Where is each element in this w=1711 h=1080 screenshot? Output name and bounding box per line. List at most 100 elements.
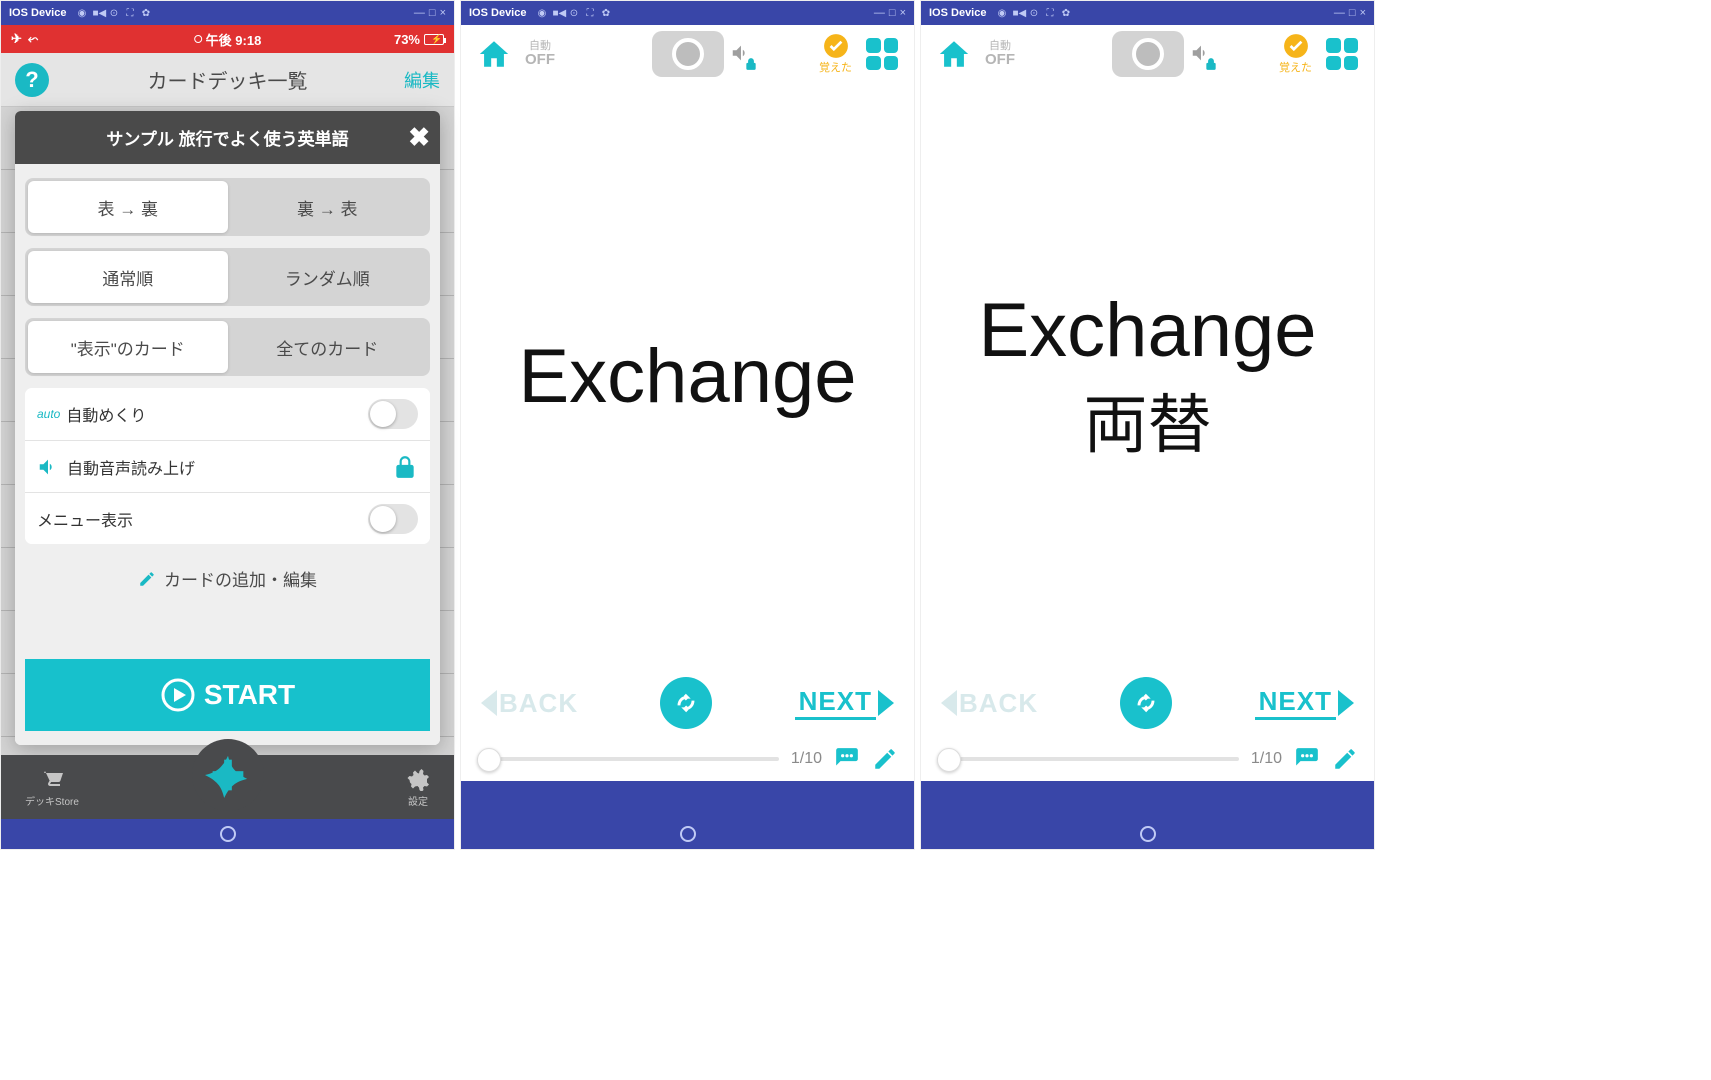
auto-label-2: OFF <box>985 52 1015 69</box>
maximize-button[interactable]: □ <box>889 7 896 19</box>
chevron-right-icon <box>1338 690 1354 716</box>
video-icon[interactable]: ■◀ <box>92 8 103 19</box>
auto-voice-label: 自動音声読み上げ <box>67 455 195 479</box>
progress-slider[interactable] <box>937 757 1239 761</box>
close-icon[interactable]: ✖ <box>408 122 430 153</box>
close-button[interactable]: × <box>900 7 906 19</box>
speaker-icon <box>37 456 59 478</box>
back-label: BACK <box>499 688 578 719</box>
tab-settings[interactable]: 設定 <box>406 767 430 808</box>
check-icon <box>823 33 849 59</box>
camera-icon[interactable]: ◉ <box>996 8 1007 19</box>
grid-button[interactable] <box>1326 38 1358 70</box>
pencil-icon[interactable] <box>1332 746 1358 772</box>
gear-icon[interactable]: ✿ <box>1060 8 1071 19</box>
learned-label: 覚えた <box>1279 59 1312 75</box>
plus-icon <box>205 752 251 798</box>
seg-front-to-back[interactable]: 表 → 裏 <box>28 181 228 233</box>
learned-button[interactable]: 覚えた <box>1279 33 1312 75</box>
row-auto-flip: auto 自動めくり <box>25 388 430 440</box>
voice-button[interactable] <box>1190 42 1212 67</box>
back-button[interactable]: BACK <box>941 688 1038 719</box>
center-camera-icon[interactable] <box>1112 31 1184 77</box>
help-button[interactable]: ? <box>15 63 49 97</box>
bottom-strip <box>461 781 914 819</box>
learned-button[interactable]: 覚えた <box>819 33 852 75</box>
close-button[interactable]: × <box>440 7 446 19</box>
pencil-icon <box>138 570 156 588</box>
seg-normal-order[interactable]: 通常順 <box>28 251 228 303</box>
headphone-icon[interactable]: ⊙ <box>108 8 119 19</box>
fullscreen-icon[interactable]: ⛶ <box>1044 8 1055 19</box>
next-button[interactable]: NEXT <box>795 686 894 720</box>
home-circle-icon[interactable] <box>680 826 696 842</box>
close-button[interactable]: × <box>1360 7 1366 19</box>
seg-order[interactable]: 通常順 ランダム順 <box>25 248 430 306</box>
headphone-icon[interactable]: ⊙ <box>1028 8 1039 19</box>
home-button[interactable] <box>937 37 971 71</box>
add-button[interactable] <box>192 739 264 811</box>
flip-button[interactable] <box>660 677 712 729</box>
seg-visible-cards[interactable]: "表示"のカード <box>28 321 228 373</box>
home-circle-icon[interactable] <box>220 826 236 842</box>
flashcard[interactable]: Exchange <box>461 83 914 669</box>
comment-icon[interactable] <box>1294 746 1320 772</box>
card-front-text: Exchange <box>978 287 1316 374</box>
voice-button[interactable] <box>730 42 752 67</box>
seg-filter[interactable]: "表示"のカード 全てのカード <box>25 318 430 376</box>
home-circle-icon[interactable] <box>1140 826 1156 842</box>
auto-flip-label: 自動めくり <box>66 402 146 426</box>
seg-front-back[interactable]: 表 → 裏 裏 → 表 <box>25 178 430 236</box>
auto-flip-toggle[interactable] <box>368 399 418 429</box>
camera-icon[interactable]: ◉ <box>76 8 87 19</box>
minimize-button[interactable]: — <box>1334 7 1345 19</box>
auto-toggle[interactable]: 自動 OFF <box>985 40 1015 69</box>
video-icon[interactable]: ■◀ <box>552 8 563 19</box>
tab-bar: デッキStore 設定 <box>1 755 454 819</box>
pencil-icon[interactable] <box>872 746 898 772</box>
emulator-title: IOS Device <box>9 7 66 19</box>
minimize-button[interactable]: — <box>414 7 425 19</box>
home-button[interactable] <box>477 37 511 71</box>
edit-cards-button[interactable]: カードの追加・編集 <box>25 556 430 601</box>
minimize-button[interactable]: — <box>874 7 885 19</box>
back-button[interactable]: BACK <box>481 688 578 719</box>
grid-button[interactable] <box>866 38 898 70</box>
camera-icon[interactable]: ◉ <box>536 8 547 19</box>
next-button[interactable]: NEXT <box>1255 686 1354 720</box>
maximize-button[interactable]: □ <box>429 7 436 19</box>
seg-random-order[interactable]: ランダム順 <box>228 251 428 303</box>
next-label: NEXT <box>1255 686 1336 720</box>
lock-icon[interactable] <box>392 454 418 480</box>
modal-title: サンプル 旅行でよく使う英単語 <box>106 125 348 150</box>
video-icon[interactable]: ■◀ <box>1012 8 1023 19</box>
fullscreen-icon[interactable]: ⛶ <box>584 8 595 19</box>
tab-settings-label: 設定 <box>408 793 428 808</box>
gear-icon[interactable]: ✿ <box>600 8 611 19</box>
lock-icon <box>1204 57 1218 71</box>
comment-icon[interactable] <box>834 746 860 772</box>
edit-button[interactable]: 編集 <box>404 67 440 93</box>
chevron-left-icon <box>481 690 497 716</box>
seg-all-cards[interactable]: 全てのカード <box>228 321 428 373</box>
start-label: START <box>204 679 295 711</box>
tab-store-label: デッキStore <box>25 793 79 808</box>
start-button[interactable]: START <box>25 659 430 731</box>
progress-slider[interactable] <box>477 757 779 761</box>
menu-display-toggle[interactable] <box>368 504 418 534</box>
center-camera-icon[interactable] <box>652 31 724 77</box>
flashcard[interactable]: Exchange 両替 <box>921 83 1374 669</box>
seg-back-to-front[interactable]: 裏 → 表 <box>228 181 428 233</box>
fullscreen-icon[interactable]: ⛶ <box>124 8 135 19</box>
card-back-text: 両替 <box>1084 374 1212 466</box>
modal-header: サンプル 旅行でよく使う英単語 ✖ <box>15 111 440 164</box>
headphone-icon[interactable]: ⊙ <box>568 8 579 19</box>
tab-store[interactable]: デッキStore <box>25 767 79 808</box>
maximize-button[interactable]: □ <box>1349 7 1356 19</box>
emulator-nav <box>461 819 914 849</box>
progress-row: 1/10 <box>921 737 1374 781</box>
row-menu-display: メニュー表示 <box>25 492 430 544</box>
flip-button[interactable] <box>1120 677 1172 729</box>
gear-icon[interactable]: ✿ <box>140 8 151 19</box>
auto-toggle[interactable]: 自動 OFF <box>525 40 555 69</box>
